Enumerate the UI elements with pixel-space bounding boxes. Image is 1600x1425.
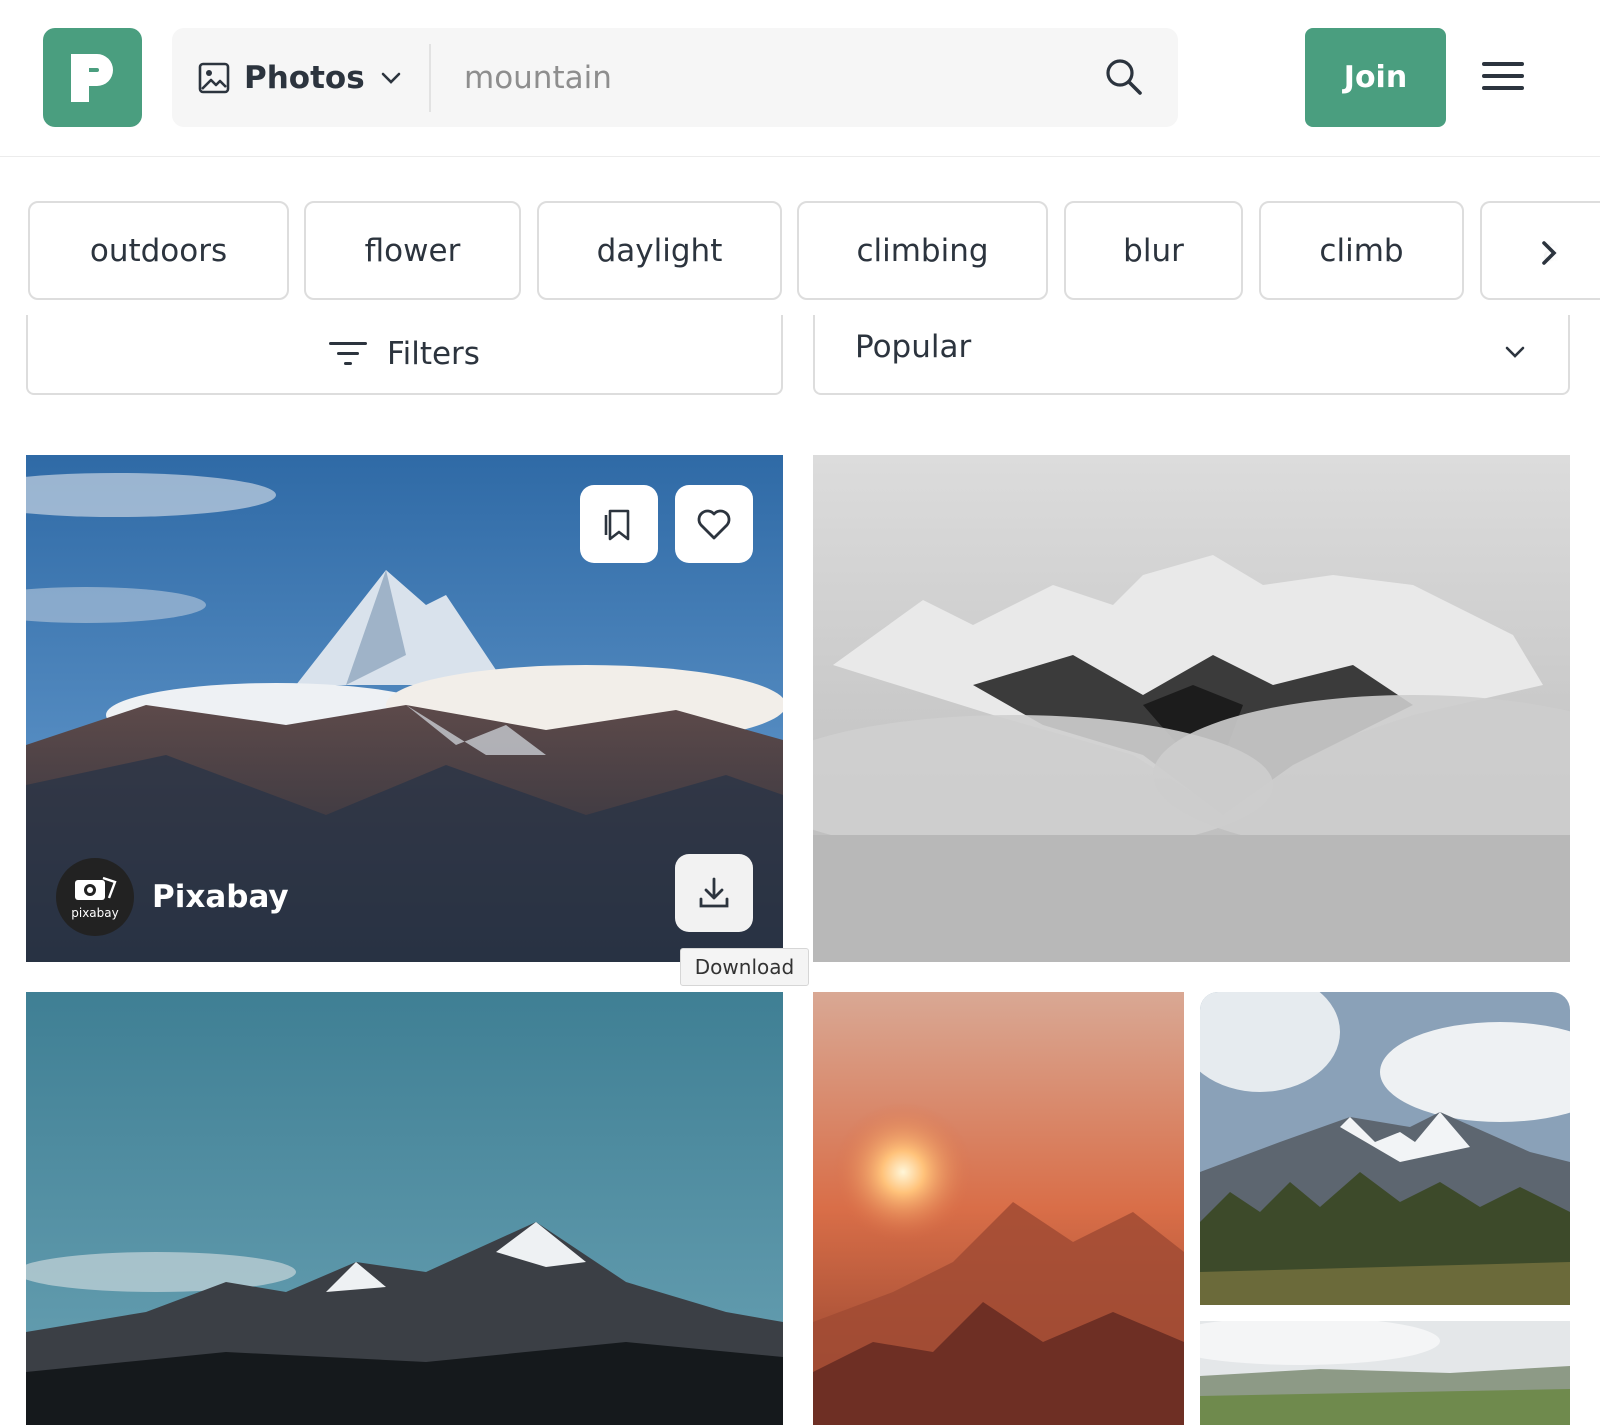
chips-scroll-right-button[interactable]: ac: [1480, 201, 1600, 300]
hamburger-menu-icon: [1482, 62, 1524, 66]
collect-button[interactable]: [580, 485, 658, 563]
search-icon: [1106, 59, 1142, 95]
filter-icon: [329, 342, 368, 365]
hamburger-line: [1482, 74, 1524, 78]
author-name: Pixabay: [152, 879, 289, 915]
photo-card[interactable]: [26, 992, 783, 1425]
hamburger-line: [1482, 86, 1524, 90]
related-searches: outdoors flower daylight climbing blur c…: [0, 201, 1600, 301]
download-icon: [699, 877, 729, 908]
chip-climb[interactable]: climb: [1259, 201, 1464, 300]
photo-image: [813, 455, 1570, 962]
search-bar: Photos: [172, 28, 1178, 127]
download-button[interactable]: [675, 854, 753, 932]
author-avatar: pixabay: [56, 858, 134, 936]
site-header: P Photos Join: [0, 0, 1600, 157]
chevron-down-icon: [1505, 346, 1525, 358]
photo-image: [26, 992, 783, 1425]
content-type-select[interactable]: Photos: [198, 28, 403, 127]
chevron-down-icon: [381, 72, 400, 84]
chevron-right-icon: [1542, 241, 1557, 265]
camera-icon: [75, 876, 117, 900]
menu-button[interactable]: [1482, 58, 1524, 94]
bookmark-icon: [604, 509, 630, 541]
search-button[interactable]: [1100, 53, 1148, 101]
sort-label: Popular: [855, 329, 972, 365]
download-tooltip: Download: [680, 948, 809, 986]
join-button[interactable]: Join: [1305, 28, 1446, 127]
sort-select[interactable]: Popular: [813, 315, 1570, 395]
like-button[interactable]: [675, 485, 753, 563]
search-input[interactable]: [464, 50, 1064, 106]
logo[interactable]: P: [43, 28, 142, 127]
chip-outdoors[interactable]: outdoors: [28, 201, 289, 300]
photo-author[interactable]: pixabay Pixabay: [56, 858, 289, 936]
photo-card[interactable]: [1200, 1321, 1570, 1425]
photo-image: [1200, 1321, 1570, 1425]
content-type-label: Photos: [244, 59, 365, 96]
image-icon: [198, 62, 230, 93]
heart-icon: [697, 509, 731, 540]
photo-card[interactable]: [813, 992, 1184, 1425]
chip-flower[interactable]: flower: [304, 201, 521, 300]
logo-icon: [70, 53, 113, 102]
photo-image: [1200, 992, 1570, 1305]
chip-climbing[interactable]: climbing: [797, 201, 1048, 300]
photo-card[interactable]: [813, 455, 1570, 962]
search-divider: [429, 44, 431, 112]
filters-button[interactable]: Filters: [26, 315, 783, 395]
filters-label: Filters: [387, 336, 480, 372]
photo-card[interactable]: [1200, 992, 1570, 1305]
photo-card[interactable]: pixabay Pixabay: [26, 455, 783, 962]
chip-daylight[interactable]: daylight: [537, 201, 782, 300]
photo-image: [813, 992, 1184, 1425]
avatar-text: pixabay: [71, 906, 119, 920]
chip-blur[interactable]: blur: [1064, 201, 1243, 300]
